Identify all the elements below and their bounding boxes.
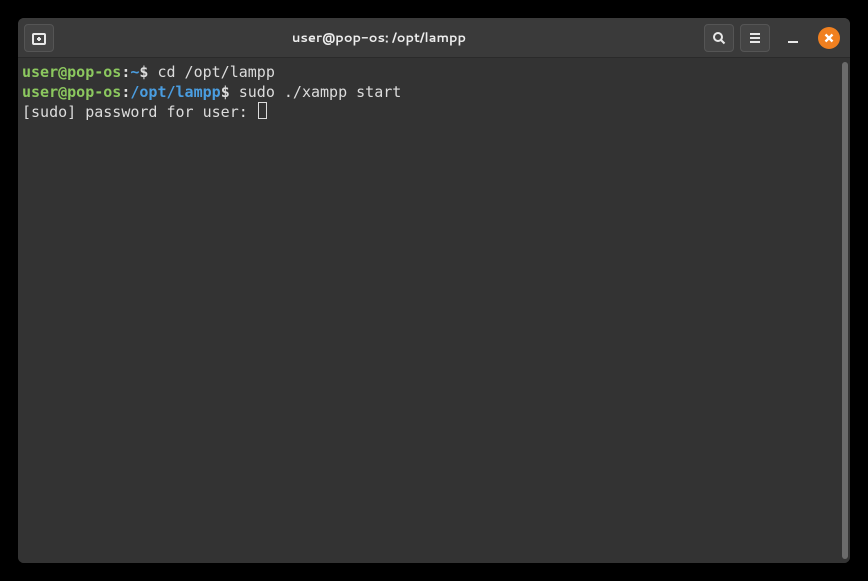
- command-text: cd /opt/lampp: [157, 63, 274, 81]
- terminal-content: user@pop-os:~$ cd /opt/lamppuser@pop-os:…: [22, 62, 844, 122]
- close-icon: [824, 33, 834, 43]
- terminal-line: [sudo] password for user:: [22, 102, 844, 122]
- minimize-icon: [788, 41, 798, 43]
- terminal-line: user@pop-os:/opt/lampp$ sudo ./xampp sta…: [22, 82, 844, 102]
- command-text: sudo ./xampp start: [239, 83, 402, 101]
- titlebar-left: [24, 24, 54, 52]
- scrollbar[interactable]: [842, 62, 848, 559]
- prompt-symbol: $: [221, 83, 239, 101]
- output-text: [sudo] password for user:: [22, 103, 257, 121]
- terminal-window: user@pop-os: /opt/lampp: [18, 18, 850, 563]
- prompt-userhost: user@pop-os: [22, 83, 121, 101]
- hamburger-icon: [747, 30, 763, 46]
- terminal-line: user@pop-os:~$ cd /opt/lampp: [22, 62, 844, 82]
- search-button[interactable]: [704, 24, 734, 52]
- minimize-button[interactable]: [780, 25, 806, 51]
- cursor: [258, 102, 267, 119]
- prompt-cwd: /opt/lampp: [130, 83, 220, 101]
- window-title: user@pop-os: /opt/lampp: [60, 29, 698, 47]
- titlebar-right: [704, 24, 844, 52]
- terminal-body[interactable]: user@pop-os:~$ cd /opt/lamppuser@pop-os:…: [18, 58, 850, 563]
- new-tab-button[interactable]: [24, 24, 54, 52]
- prompt-symbol: $: [139, 63, 157, 81]
- close-button[interactable]: [818, 27, 840, 49]
- search-icon: [711, 30, 727, 46]
- new-tab-icon: [31, 30, 47, 46]
- titlebar: user@pop-os: /opt/lampp: [18, 18, 850, 58]
- prompt-userhost: user@pop-os: [22, 63, 121, 81]
- menu-button[interactable]: [740, 24, 770, 52]
